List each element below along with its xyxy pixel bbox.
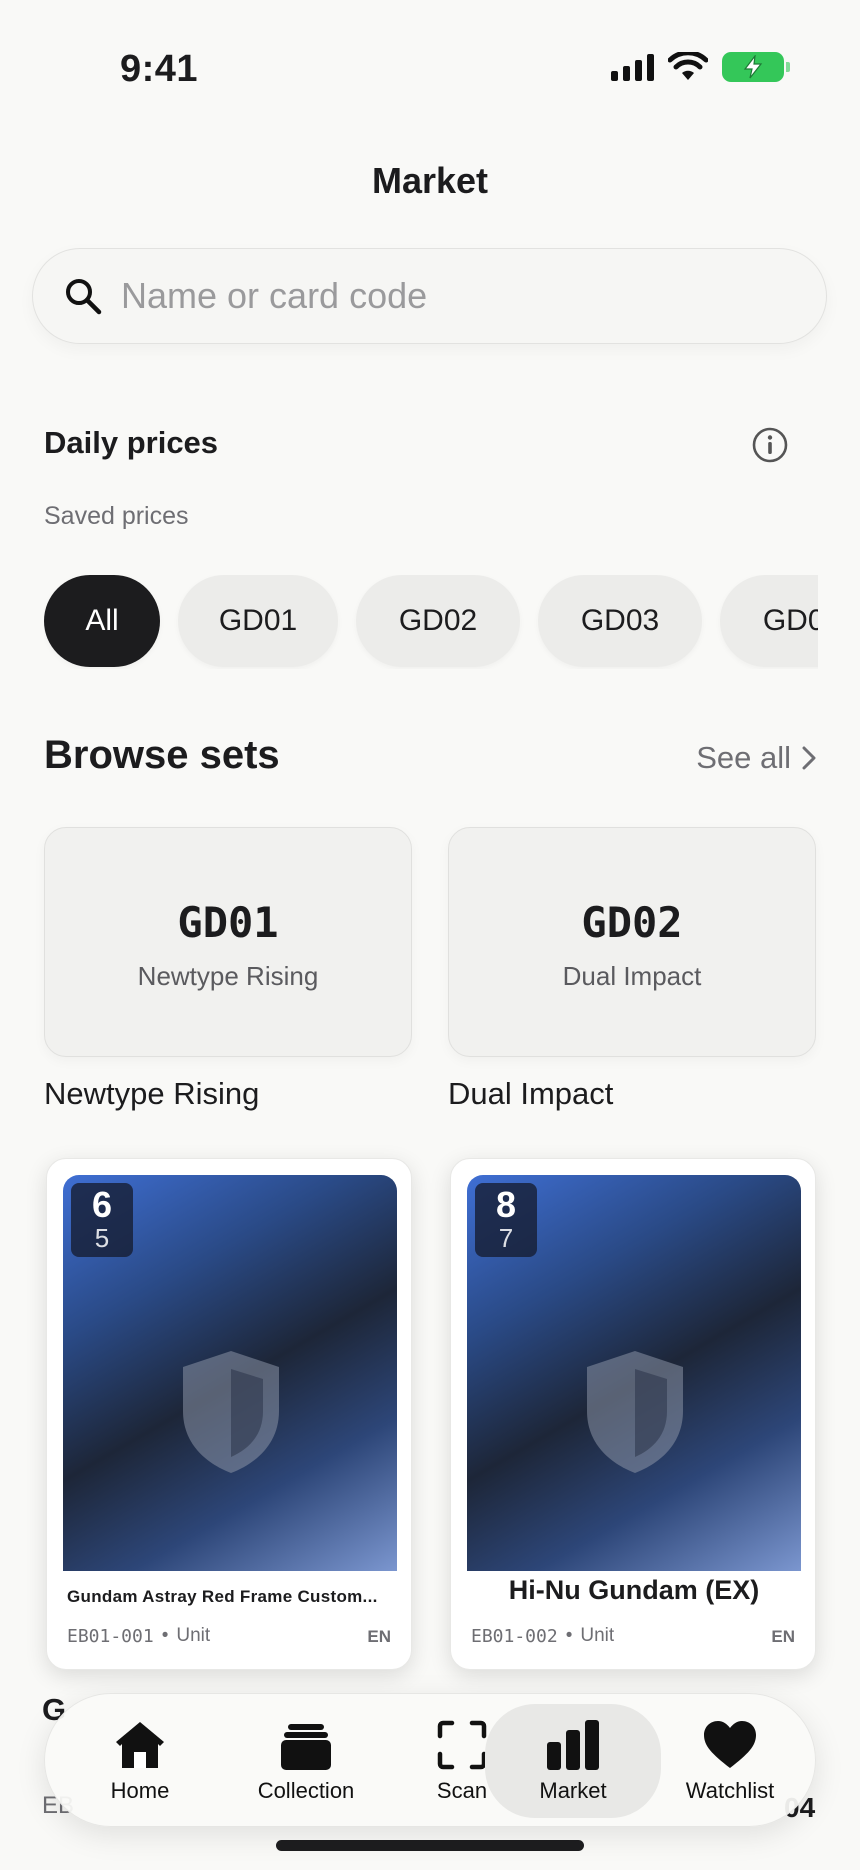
search-bar[interactable] [32,248,827,344]
tab-label: Watchlist [685,1778,775,1803]
tab-home[interactable]: Home [81,1694,199,1828]
status-bar: 9:41 [0,0,860,140]
search-icon [66,279,102,315]
chip-all[interactable]: All [44,575,160,667]
card-level: 7 [498,1223,514,1253]
scan-icon [437,1720,487,1770]
info-icon[interactable] [751,426,789,464]
tab-watchlist[interactable]: Watchlist [665,1694,795,1828]
chip-gd02[interactable]: GD02 [356,575,520,667]
set-code: GD02 [581,898,683,947]
heart-icon [704,1721,756,1768]
tab-collection[interactable]: Collection [231,1694,381,1828]
chip-gd04[interactable]: GD04 [720,575,818,667]
set-caption: Newtype Rising [44,1076,260,1111]
cost-badge: 8 7 [475,1183,537,1257]
collection-icon [281,1724,331,1770]
set-code: GD01 [177,898,279,947]
tab-label: Scan [436,1778,488,1803]
set-caption: Dual Impact [448,1076,614,1111]
status-time: 9:41 [120,48,199,90]
market-icon [547,1720,599,1770]
set-tile-name: Newtype Rising [137,961,319,991]
card-item[interactable]: 8 7 Hi-Nu Gundam (EX) EB01-002 • Unit EN [450,1158,816,1670]
cellular-signal-icon [611,53,654,81]
set-tile-gd02[interactable]: GD02 Dual Impact [448,827,816,1057]
shield-icon [183,1351,279,1473]
card-meta: EB01-001 • Unit [67,1625,210,1647]
tab-market[interactable]: Market [485,1704,661,1818]
card-language: EN [367,1627,391,1646]
battery-charging-icon [722,52,790,82]
home-indicator [276,1840,584,1851]
chip-gd01[interactable]: GD01 [178,575,338,667]
card-name: Hi-Nu Gundam (EX) [508,1575,760,1605]
search-input[interactable] [121,275,761,317]
meta-dot: • [161,1625,169,1646]
shield-icon [587,1351,683,1473]
set-tile-name: Dual Impact [562,961,702,991]
card-item[interactable]: 6 5 Gundam Astray Red Frame Custom... EB… [46,1158,412,1670]
card-art: 6 5 [63,1175,397,1571]
tab-label: Collection [257,1778,355,1803]
wifi-icon [668,52,708,80]
set-tile-gd01[interactable]: GD01 Newtype Rising [44,827,412,1057]
card-cost: 8 [495,1184,517,1225]
cost-badge: 6 5 [71,1183,133,1257]
card-type: Unit [580,1625,615,1646]
tab-label: Market [539,1778,607,1803]
tab-label: Home [110,1778,170,1803]
tab-bar: Home Collection Scan Market Watchlist [44,1693,816,1827]
card-code: EB01-001 [67,1625,154,1647]
status-icons [611,52,790,82]
browse-sets-title: Browse sets [44,733,280,777]
page-title: Market [371,160,489,201]
see-all-label: See all [696,740,791,775]
set-filter-chips: All GD01 GD02 GD03 GD04 [44,575,818,669]
see-all-link[interactable]: See all [696,740,817,776]
card-art: 8 7 [467,1175,801,1571]
card-name: Gundam Astray Red Frame Custom... [67,1587,378,1606]
card-level: 5 [94,1223,110,1253]
card-cost: 6 [91,1184,113,1225]
card-language: EN [771,1627,795,1646]
meta-dot: • [565,1625,573,1646]
card-type: Unit [176,1625,211,1646]
daily-prices-title: Daily prices [44,425,219,460]
chip-gd03[interactable]: GD03 [538,575,702,667]
card-code: EB01-002 [471,1625,558,1647]
daily-prices-subtitle: Saved prices [44,502,189,530]
card-meta: EB01-002 • Unit [471,1625,614,1647]
chevron-right-icon [802,746,816,770]
home-icon [116,1722,164,1768]
